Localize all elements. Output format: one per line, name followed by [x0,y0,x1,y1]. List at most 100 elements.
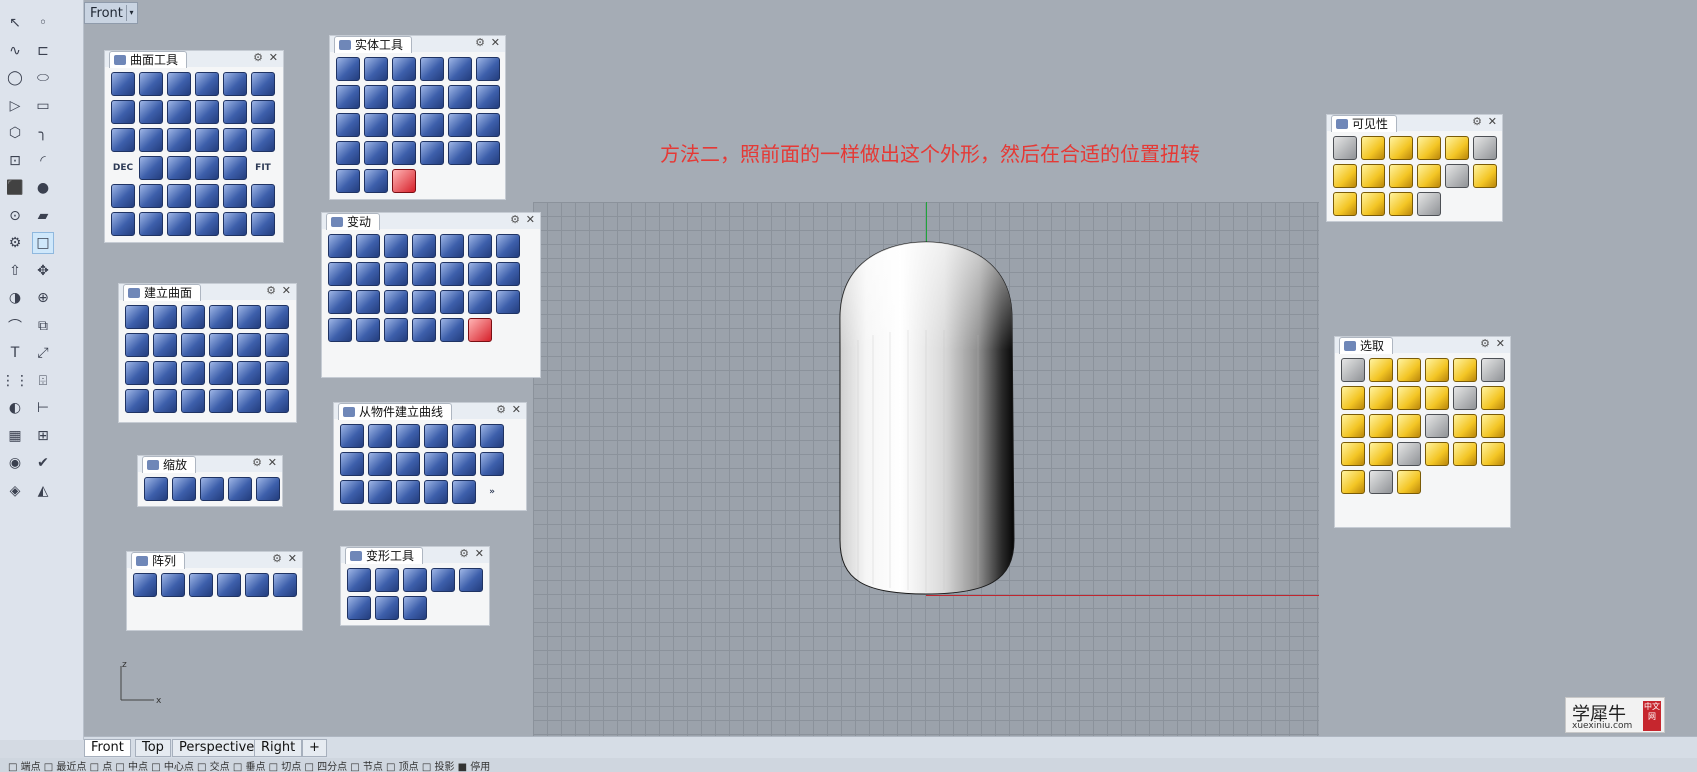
tool-icon[interactable] [1453,442,1477,466]
tool-icon[interactable] [237,305,261,329]
tool-icon[interactable] [1473,136,1497,160]
tool-icon[interactable] [133,573,157,597]
tool-icon[interactable] [476,141,500,165]
select-arrow-icon[interactable]: ↖ [4,12,26,34]
tool-icon[interactable] [364,169,388,193]
tool-icon[interactable] [265,389,289,413]
text-icon[interactable]: T [4,342,26,364]
tool-icon[interactable] [1389,192,1413,216]
control-points-icon[interactable]: ⊡ [4,150,26,172]
tool-icon[interactable] [424,424,448,448]
tool-icon[interactable] [245,573,269,597]
close-icon[interactable]: ✕ [491,36,500,49]
panel-tab[interactable]: 阵列 [131,552,186,569]
selected-square-icon[interactable]: □ [32,232,54,254]
tool-icon[interactable] [459,568,483,592]
tool-icon[interactable] [223,128,247,152]
tool-icon[interactable] [125,389,149,413]
tool-icon[interactable] [1333,192,1357,216]
tool-icon[interactable] [1389,164,1413,188]
polyline-icon[interactable]: ∿ [4,40,26,62]
tool-icon[interactable] [403,568,427,592]
tool-icon[interactable] [452,424,476,448]
tool-icon[interactable] [125,305,149,329]
capsule-object[interactable] [828,240,1024,596]
tool-icon[interactable] [424,480,448,504]
hexagon-icon[interactable]: ⬡ [4,122,26,144]
tool-icon[interactable] [375,596,399,620]
tool-icon[interactable] [237,333,261,357]
tool-icon[interactable] [392,141,416,165]
tool-icon[interactable] [265,305,289,329]
tool-icon[interactable] [356,318,380,342]
tool-icon[interactable] [328,234,352,258]
tool-icon[interactable] [336,113,360,137]
render-icon[interactable]: ◉ [4,452,26,474]
tool-icon[interactable] [1481,386,1505,410]
panel-tab[interactable]: 变形工具 [345,547,424,564]
tab-front[interactable]: Front [84,739,131,757]
tool-icon[interactable] [384,318,408,342]
tool-icon[interactable] [195,100,219,124]
panel-tab[interactable]: 选取 [1339,337,1394,354]
tool-icon[interactable] [368,480,392,504]
tool-icon[interactable] [1445,136,1469,160]
tool-icon[interactable] [209,389,233,413]
circle-icon[interactable]: ◯ [4,67,26,89]
tool-icon[interactable] [1369,358,1393,382]
tool-icon[interactable] [420,85,444,109]
tool-icon[interactable] [1481,442,1505,466]
tool-icon[interactable] [420,141,444,165]
boolean-icon[interactable]: ◑ [4,287,26,309]
tool-icon[interactable] [347,596,371,620]
tool-icon[interactable]: » [480,480,504,504]
tool-icon[interactable] [1417,192,1441,216]
tool-icon[interactable] [167,72,191,96]
tool-icon[interactable] [468,290,492,314]
grid-icon[interactable]: ▦ [4,425,26,447]
ellipse-icon[interactable]: ⬭ [32,67,54,89]
tool-icon[interactable] [144,477,168,501]
tool-icon[interactable] [251,72,275,96]
tool-icon[interactable] [251,100,275,124]
paint-icon[interactable]: ◭ [32,480,54,502]
tool-icon[interactable] [167,128,191,152]
tool-icon[interactable] [1425,386,1449,410]
tool-icon[interactable] [1425,358,1449,382]
mesh-icon[interactable]: ◈ [4,480,26,502]
tool-icon[interactable] [480,452,504,476]
arc-icon[interactable]: ◜ [32,150,54,172]
tool-icon[interactable] [448,57,472,81]
tool-icon[interactable] [356,290,380,314]
tool-icon[interactable] [328,262,352,286]
tool-icon[interactable] [172,477,196,501]
tool-icon[interactable] [1361,192,1385,216]
tool-icon[interactable] [468,234,492,258]
tool-icon[interactable] [251,212,275,236]
tool-icon[interactable] [223,72,247,96]
close-icon[interactable]: ✕ [1496,337,1505,350]
tool-icon[interactable] [412,234,436,258]
tool-icon[interactable] [1341,358,1365,382]
tool-icon[interactable]: DEC [111,156,135,180]
transform-gear-icon[interactable]: ⚙ [4,232,26,254]
gear-icon[interactable]: ⚙ [1472,115,1482,128]
tool-icon[interactable] [111,128,135,152]
tool-icon[interactable] [448,85,472,109]
tool-icon[interactable] [336,85,360,109]
tool-icon[interactable] [1341,442,1365,466]
tool-icon[interactable] [403,596,427,620]
tool-icon[interactable] [1333,164,1357,188]
edit-icon[interactable]: ⌹ [32,370,54,392]
tool-icon[interactable] [1333,136,1357,160]
tool-icon[interactable] [328,318,352,342]
osnap-status-bar[interactable]: □ 端点 □ 最近点 □ 点 □ 中点 □ 中心点 □ 交点 □ 垂点 □ 切点… [0,758,1697,772]
tool-icon[interactable] [153,305,177,329]
curve-icon[interactable]: ⊏ [32,40,54,62]
tool-icon[interactable] [368,452,392,476]
close-icon[interactable]: ✕ [512,403,521,416]
tool-icon[interactable] [167,184,191,208]
tool-icon[interactable] [189,573,213,597]
gear-icon[interactable]: ⚙ [266,284,276,297]
tool-icon[interactable] [111,184,135,208]
